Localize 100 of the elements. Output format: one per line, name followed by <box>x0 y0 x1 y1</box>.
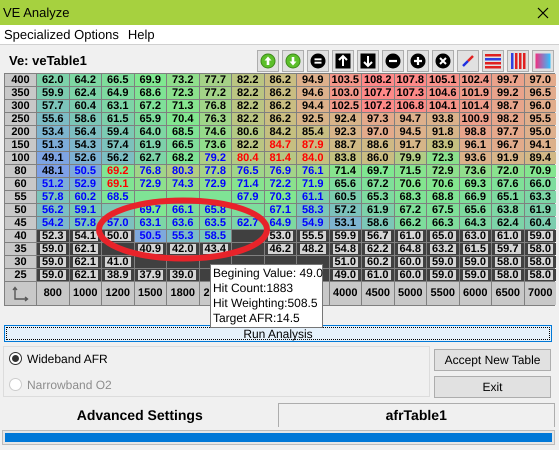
column-header: 4000 <box>330 282 361 305</box>
cell-value: 87.9 <box>302 140 324 150</box>
cell-value: 73.6 <box>204 140 226 150</box>
cell-value: 80.6 <box>237 127 258 137</box>
cell-value: 57.7 <box>42 101 64 111</box>
cell-value: 72.3 <box>432 153 454 163</box>
cell-value: 48.1 <box>42 166 64 176</box>
cell-value: 43.4 <box>204 244 226 254</box>
cell-value: 55.5 <box>302 231 324 241</box>
cell-value: 38.9 <box>107 270 128 280</box>
cell-value: 58.0 <box>497 270 518 280</box>
menu-item[interactable]: Help <box>128 24 155 44</box>
toolbar-button[interactable] <box>382 50 404 72</box>
minus-icon <box>385 52 401 68</box>
cell-value: 69.9 <box>140 75 161 85</box>
cell-value: 69.1 <box>107 179 128 189</box>
cell-value: 59.7 <box>497 244 518 254</box>
cell-value: 69.2 <box>107 166 128 176</box>
cell-value: 57.2 <box>334 205 356 215</box>
row-header: 25 <box>5 269 36 281</box>
toolbar-button[interactable] <box>432 50 454 72</box>
cell-value: 82.2 <box>237 75 258 85</box>
radio-button[interactable] <box>9 352 22 365</box>
column-header: 6000 <box>460 282 491 305</box>
cell-value: 91.7 <box>400 140 421 150</box>
cell-value: 76.1 <box>302 166 324 176</box>
menu-item[interactable]: Specialized Options <box>4 24 119 44</box>
cell-value: 72.0 <box>497 166 518 176</box>
toolbar-button[interactable] <box>457 50 479 72</box>
cell-value: 68.5 <box>107 192 128 202</box>
cell-value: 97.3 <box>367 114 388 124</box>
column-header: 1000 <box>70 282 101 305</box>
cell-value: 39.0 <box>172 270 194 280</box>
cell-value: 61.0 <box>400 231 421 241</box>
cell-value: 54.8 <box>334 244 356 254</box>
cell-value: 67.2 <box>367 179 388 189</box>
cell-value: 81.4 <box>270 153 291 163</box>
cell-value: 97.0 <box>367 127 388 137</box>
toolbar-button[interactable] <box>307 50 329 72</box>
cell-value: 71.3 <box>172 101 194 111</box>
cell-value: 64.0 <box>140 127 161 137</box>
toolbar-button[interactable] <box>357 50 379 72</box>
cell-value: 96.0 <box>530 101 551 111</box>
run-analysis-button[interactable]: Run Analysis <box>4 325 552 342</box>
cell-value: 67.2 <box>400 205 421 215</box>
toolbar-button[interactable] <box>332 50 354 72</box>
cell-value: 89.4 <box>530 153 551 163</box>
vertical-stripes-icon <box>510 52 526 68</box>
toolbar-button[interactable] <box>507 50 529 72</box>
cell-value: 64.9 <box>107 88 128 98</box>
tab[interactable]: afrTable1 <box>278 403 555 427</box>
cell-value: 67.2 <box>140 101 161 111</box>
cell-value: 63.0 <box>464 231 486 241</box>
cell-value: 70.6 <box>400 179 421 189</box>
cell-value: 60.0 <box>400 257 421 267</box>
row-header: 80 <box>5 165 36 177</box>
cell-value: 59.0 <box>432 257 454 267</box>
cell-value: 55.3 <box>172 231 194 241</box>
cell-value: 62.2 <box>367 244 388 254</box>
cell-value: 58.6 <box>74 114 96 124</box>
cell-value: 61.9 <box>140 140 161 150</box>
cell-value: 52.9 <box>74 179 96 189</box>
cell-value: 59.0 <box>42 270 64 280</box>
cell-value: 92.4 <box>334 114 356 124</box>
cell-value: 97.7 <box>497 127 518 137</box>
cell-value: 60.4 <box>530 218 551 228</box>
cell-value: 94.1 <box>530 140 551 150</box>
cell-value: 76.9 <box>270 166 291 176</box>
cell-value: 41.0 <box>107 257 128 267</box>
cell-value: 76.8 <box>140 166 161 176</box>
cell-value: 51.3 <box>42 140 64 150</box>
cell-value: 84.2 <box>270 127 291 137</box>
cell-value: 50.5 <box>74 166 96 176</box>
cell-value: 86.2 <box>270 75 291 85</box>
axes-icon[interactable] <box>5 282 36 305</box>
cell-value: 70.9 <box>530 166 551 176</box>
cell-value: 82.2 <box>237 114 258 124</box>
cell-value: 66.9 <box>464 192 486 202</box>
cell-value: 71.9 <box>302 179 324 189</box>
action-button[interactable]: Exit <box>434 376 551 398</box>
radio-label[interactable]: Wideband AFR <box>27 350 108 368</box>
cell-value: 66.1 <box>172 205 194 215</box>
cell-value: 61.5 <box>464 244 486 254</box>
cell-value: 103.5 <box>331 75 360 85</box>
cell-value: 56.4 <box>74 127 96 137</box>
toolbar-button[interactable] <box>482 50 504 72</box>
cell-value: 60.4 <box>74 101 96 111</box>
column-header: 6500 <box>492 282 524 305</box>
cell-value: 67.5 <box>432 205 454 215</box>
toolbar-button[interactable] <box>407 50 429 72</box>
cell-value: 104.6 <box>428 88 457 98</box>
action-button[interactable]: Accept New Table <box>434 349 551 371</box>
close-icon[interactable] <box>537 6 549 18</box>
cell-value: 93.8 <box>432 114 454 124</box>
table-title: Ve: veTable1 <box>9 52 87 70</box>
cell-value: 77.8 <box>204 166 226 176</box>
cell-value: 61.9 <box>530 205 551 215</box>
cell-value: 59.0 <box>464 270 486 280</box>
diagonal-line-icon <box>460 52 476 68</box>
row-header: 45 <box>5 217 36 229</box>
